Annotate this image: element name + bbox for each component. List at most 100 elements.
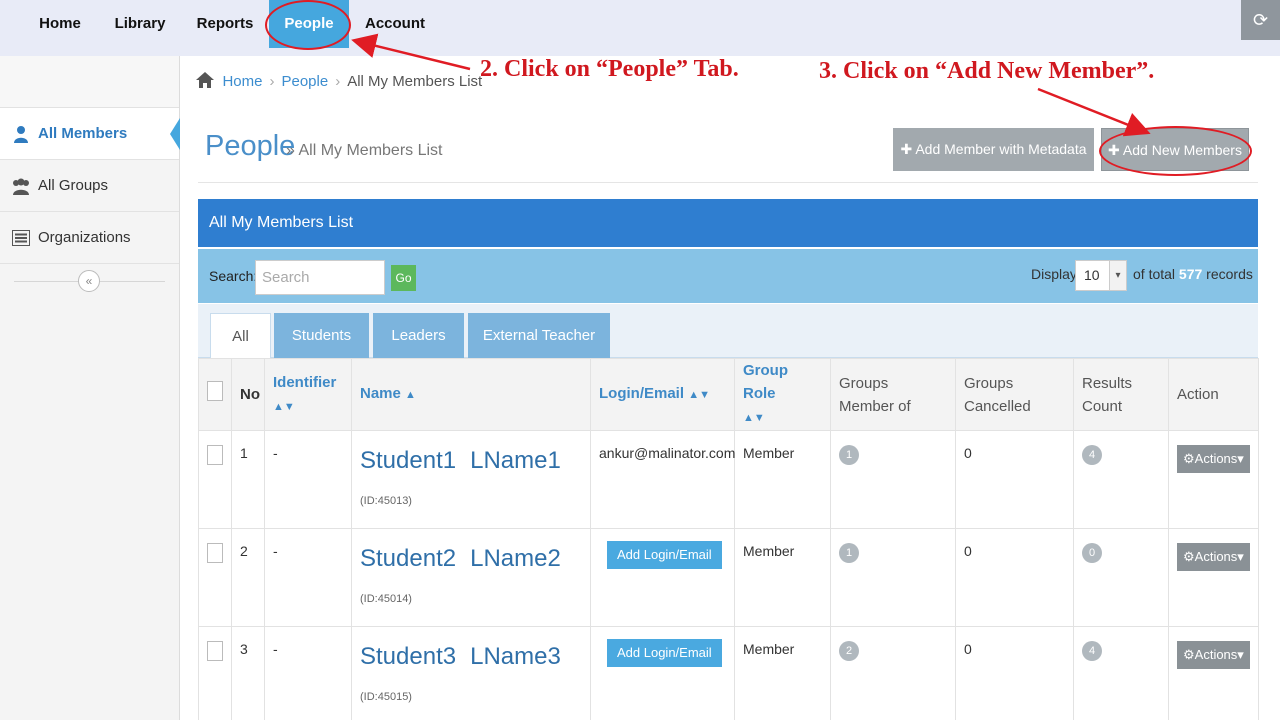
nav-reports[interactable]: Reports [190,0,260,48]
row-checkbox[interactable] [207,543,223,563]
nav-library[interactable]: Library [106,0,174,48]
header-divider [198,182,1258,183]
refresh-icon[interactable]: ⟳ [1241,0,1280,40]
row-results-cell: 4 [1073,430,1169,529]
caret-down-icon: ▾ [1237,647,1244,662]
member-name-link[interactable]: Student3 LName3 [360,643,582,671]
header-groups-member-of: Groups Member of [830,358,956,431]
select-all-header [198,358,232,431]
sort-icon: ▲▼ [743,412,765,424]
breadcrumb-current: All My Members List [347,73,483,90]
header-group-role[interactable]: Group Role ▲▼ [734,358,831,431]
actions-label: Actions [1194,647,1238,662]
header-login[interactable]: Login/Email ▲▼ [590,358,735,431]
row-name-cell: Student2 LName2 (ID:45014) [351,528,591,627]
sidebar: All Members All Groups Organizations « [0,56,180,720]
last-name: LName3 [470,643,561,670]
sidebar-item-all-members[interactable]: All Members [0,108,180,160]
breadcrumb-home[interactable]: Home [222,73,262,90]
tab-external-teacher[interactable]: External Teacher [468,313,610,358]
arrow-to-add-member [1037,87,1151,137]
row-group-role[interactable]: Member [734,528,831,627]
plus-icon: ✚ [900,141,913,157]
groups-badge: 1 [839,543,859,563]
results-badge: 4 [1082,445,1102,465]
panel-title: All My Members List [198,199,1258,247]
row-name-cell: Student3 LName3 (ID:45015) [351,626,591,720]
row-no: 1 [231,430,265,529]
add-login-button[interactable]: Add Login/Email [607,541,722,569]
user-icon [10,108,32,160]
row-action-cell: ⚙Actions▾ [1168,528,1259,627]
header-no: No [231,358,265,431]
row-action-cell: ⚙Actions▾ [1168,430,1259,529]
total-records: of total 577 records [1133,266,1253,282]
actions-dropdown[interactable]: ⚙Actions▾ [1177,543,1250,571]
nav-account[interactable]: Account [358,0,432,48]
gear-icon: ⚙ [1183,549,1195,564]
header-identifier-label: Identifier [273,373,337,391]
nav-home[interactable]: Home [26,0,94,48]
row-identifier: - [264,528,352,627]
row-identifier: - [264,626,352,720]
row-checkbox[interactable] [207,641,223,661]
sort-icon: ▲▼ [273,400,295,413]
header-identifier[interactable]: Identifier ▲▼ [264,358,352,431]
go-button[interactable]: Go [391,265,416,291]
highlight-ring-people [265,0,351,50]
sidebar-item-all-groups[interactable]: All Groups [0,160,179,212]
row-groups-cell: 1 [830,430,956,529]
header-name-label: Name [360,385,401,402]
row-login-cell: Add Login/Email [590,626,735,720]
display-select[interactable]: 10 ▾ [1075,260,1127,291]
row-group-role[interactable]: Member [734,626,831,720]
member-name-link[interactable]: Student2 LName2 [360,545,582,573]
total-count: 577 [1178,266,1203,282]
sort-icon: ▲▼ [688,389,710,401]
row-identifier: - [264,430,352,529]
display-label: Display [1031,266,1077,282]
member-id: (ID:45015) [360,691,412,703]
actions-dropdown[interactable]: ⚙Actions▾ [1177,445,1250,473]
last-name: LName1 [470,447,561,474]
row-login-cell: Add Login/Email [590,528,735,627]
row-cancelled: 0 [955,528,1074,627]
sort-asc-icon: ▲ [405,389,416,401]
top-navigation: Home Library Reports People Account ⟳ [0,0,1280,56]
actions-dropdown[interactable]: ⚙Actions▾ [1177,641,1250,669]
home-icon [196,72,218,90]
breadcrumb: Home › People › All My Members List [196,72,482,92]
display-value: 10 [1084,267,1100,283]
results-badge: 0 [1082,543,1102,563]
row-no: 3 [231,626,265,720]
row-name-cell: Student1 LName1 (ID:45013) [351,430,591,529]
sidebar-collapse-row: « [0,264,179,298]
row-groups-cell: 2 [830,626,956,720]
page-subtitle: » All My Members List [286,142,443,159]
row-checkbox[interactable] [207,445,223,465]
select-all-checkbox[interactable] [207,381,223,401]
header-name[interactable]: Name ▲ [351,358,591,431]
actions-label: Actions [1194,549,1238,564]
tab-all[interactable]: All [210,313,271,358]
member-id: (ID:45013) [360,495,412,507]
add-member-metadata-button[interactable]: ✚ Add Member with Metadata [893,128,1094,171]
header-results-count: Results Count [1073,358,1169,431]
tab-students[interactable]: Students [274,313,369,358]
member-id: (ID:45014) [360,593,412,605]
breadcrumb-separator: › [269,73,275,90]
table-row: 2 - Student2 LName2 (ID:45014) Add Login/… [198,528,1259,627]
row-group-role[interactable]: Member [734,430,831,529]
breadcrumb-people[interactable]: People [281,73,328,90]
add-login-button[interactable]: Add Login/Email [607,639,722,667]
first-name: Student1 [360,447,457,474]
annotation-step-2: 2. Click on “People” Tab. [480,56,739,82]
collapse-icon[interactable]: « [78,270,100,292]
first-name: Student3 [360,643,457,670]
caret-down-icon: ▾ [1237,549,1244,564]
search-input[interactable] [255,260,385,295]
member-name-link[interactable]: Student1 LName1 [360,447,582,475]
search-label: Search: [209,268,258,284]
tab-leaders[interactable]: Leaders [373,313,464,358]
sidebar-item-organizations[interactable]: Organizations [0,212,179,264]
